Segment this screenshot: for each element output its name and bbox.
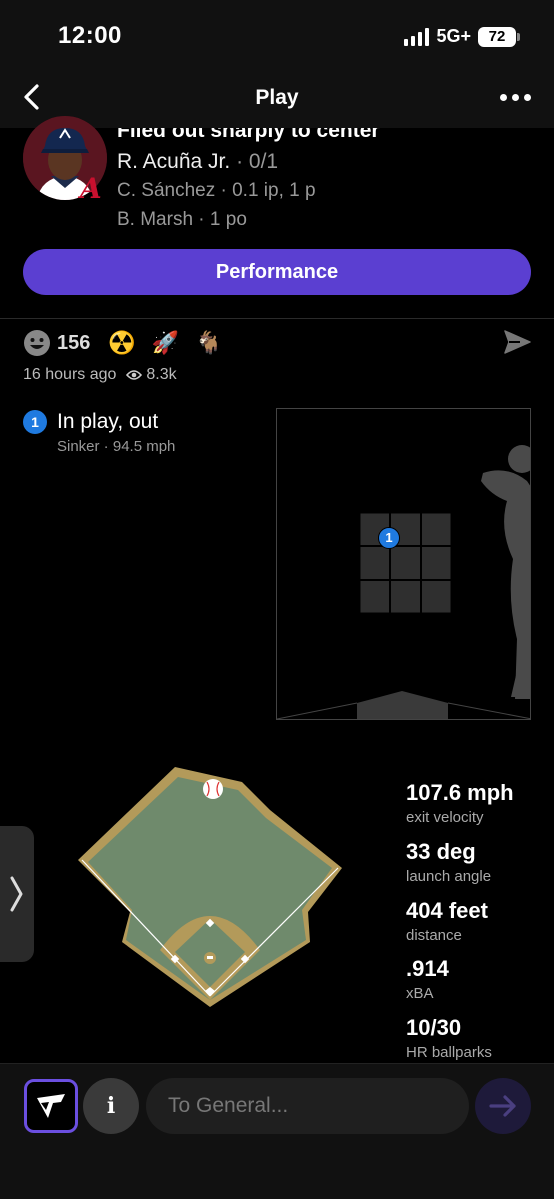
- status-time: 12:00: [58, 22, 122, 49]
- pitch-detail: Sinker · 94.5 mph: [57, 438, 176, 455]
- status-bar: 12:00 5G+ 72: [0, 0, 554, 70]
- goat-emoji-icon[interactable]: 🐐: [195, 330, 222, 356]
- share-icon[interactable]: [502, 328, 532, 356]
- app-logo-icon: [37, 1094, 65, 1118]
- post-meta: 16 hours ago 8.3k: [23, 366, 177, 384]
- stat-exit-velocity: 107.6 mph exit velocity: [406, 780, 514, 826]
- smiley-icon[interactable]: [23, 329, 51, 357]
- network-label: 5G+: [436, 26, 471, 46]
- pitcher-line[interactable]: C. Sánchez · 0.1 ip, 1 p: [117, 180, 316, 202]
- stat-value: 10/30: [406, 1015, 462, 1040]
- batter-stat: · 0/1: [236, 150, 279, 173]
- divider: [0, 318, 554, 319]
- reaction-count: 156: [57, 331, 91, 354]
- pitch-number-badge[interactable]: 1: [23, 410, 47, 434]
- batter-line[interactable]: R. Acuña Jr. · 0/1: [117, 150, 278, 174]
- reaction-bar: 156 ☢️ 🚀 🐐: [23, 328, 239, 358]
- stat-label: HR ballparks: [406, 1044, 492, 1061]
- stat-value: 107.6 mph: [406, 780, 514, 805]
- chevron-right-icon: [10, 876, 23, 912]
- zone-pitch-marker[interactable]: 1: [378, 527, 400, 549]
- stat-xba: .914 xBA: [406, 956, 449, 1002]
- arrow-right-icon: [489, 1095, 516, 1117]
- view-count: 8.3k: [146, 366, 177, 383]
- spray-chart-field: [78, 767, 342, 1007]
- stat-launch-angle: 33 deg launch angle: [406, 839, 491, 885]
- posted-time: 16 hours ago: [23, 366, 117, 383]
- braves-logo: A: [80, 172, 102, 205]
- send-message-button[interactable]: [475, 1078, 531, 1134]
- stat-distance: 404 feet distance: [406, 898, 488, 944]
- views: 8.3k: [126, 366, 177, 384]
- strike-zone-panel[interactable]: 1: [276, 408, 531, 720]
- side-drawer-tab[interactable]: [0, 826, 34, 962]
- radioactive-emoji-icon[interactable]: ☢️: [108, 330, 135, 356]
- batter-name: R. Acuña Jr.: [117, 150, 231, 173]
- info-button[interactable]: i: [83, 1078, 139, 1134]
- baseball-icon: [203, 779, 223, 799]
- battery-icon: 72: [478, 26, 520, 47]
- fielder-line[interactable]: B. Marsh · 1 po: [117, 209, 247, 231]
- more-options-icon[interactable]: [500, 87, 534, 107]
- stat-label: xBA: [406, 985, 434, 1002]
- stat-value: .914: [406, 956, 449, 981]
- pitch-result: In play, out: [57, 410, 159, 433]
- stat-value: 404 feet: [406, 898, 488, 923]
- stat-label: exit velocity: [406, 809, 484, 826]
- app-logo-button[interactable]: [24, 1079, 78, 1133]
- strike-zone-graphic: [277, 445, 530, 719]
- stat-value: 33 deg: [406, 839, 476, 864]
- status-indicators: 5G+ 72: [404, 26, 520, 47]
- eye-icon: [126, 370, 143, 380]
- stat-hr-ballparks: 10/30 HR ballparks: [406, 1015, 492, 1061]
- rocket-emoji-icon[interactable]: 🚀: [152, 330, 179, 356]
- signal-icon: [404, 27, 430, 46]
- batter-silhouette-icon: [481, 445, 530, 699]
- page-title: Play: [255, 86, 299, 109]
- stat-label: distance: [406, 927, 462, 944]
- message-input[interactable]: [146, 1078, 469, 1134]
- performance-button[interactable]: Performance: [23, 249, 531, 295]
- stat-label: launch angle: [406, 868, 492, 885]
